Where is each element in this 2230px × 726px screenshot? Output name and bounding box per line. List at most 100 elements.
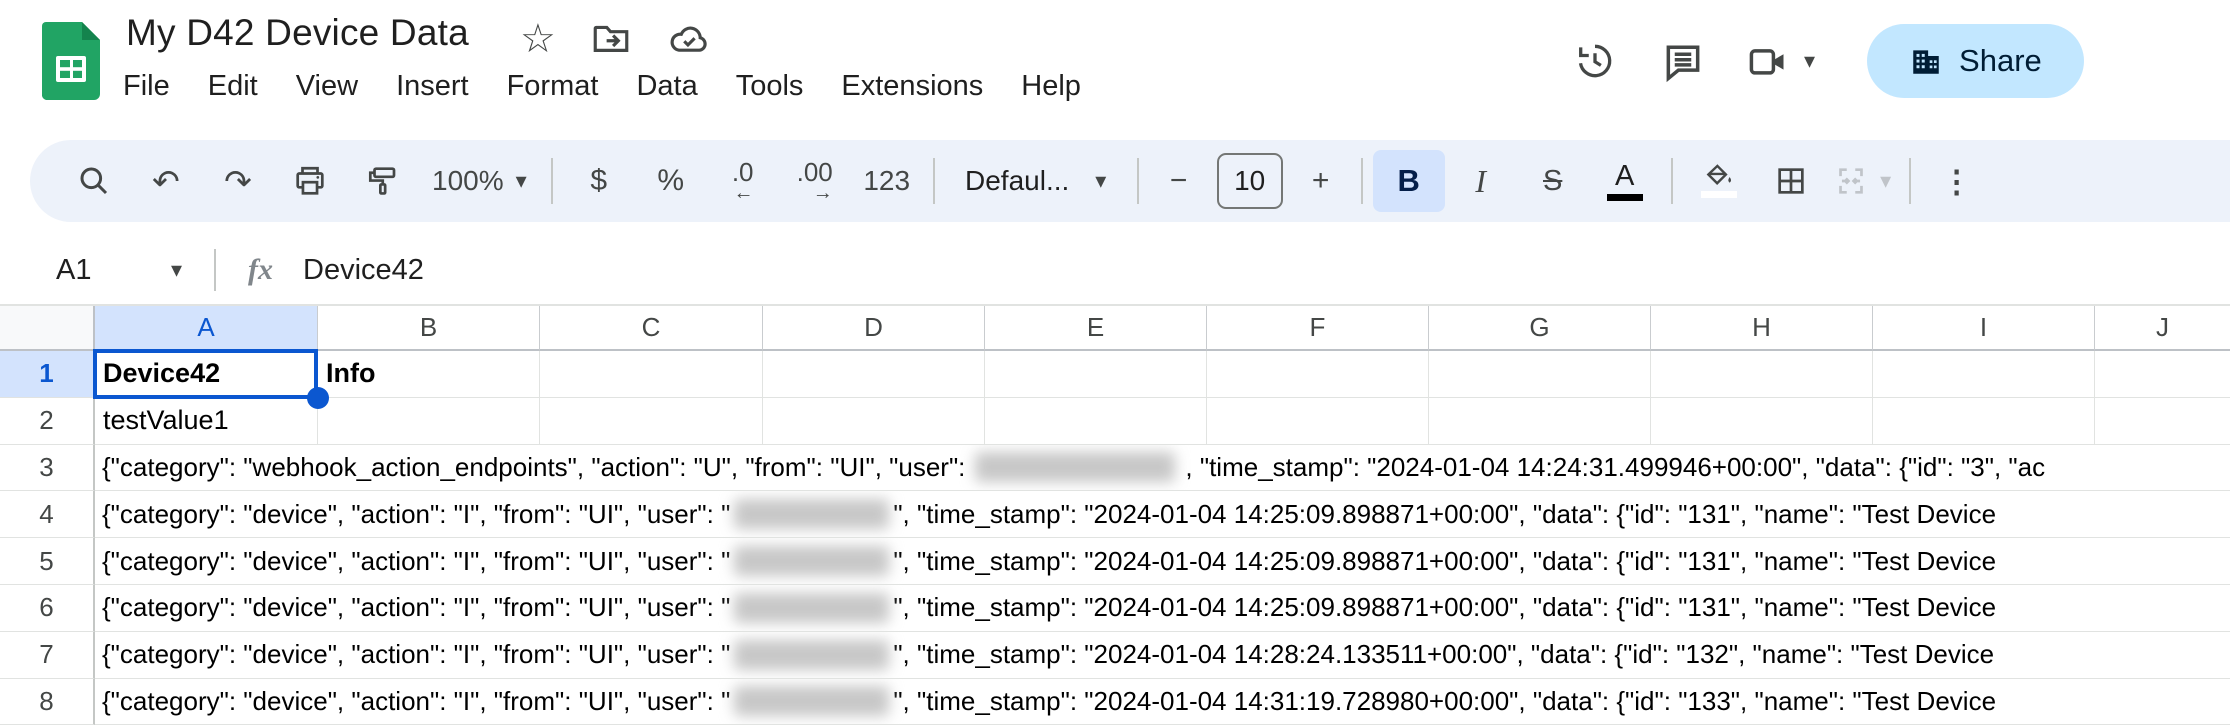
redo-icon[interactable]: ↷ xyxy=(202,150,274,212)
row-header-6[interactable]: 6 xyxy=(0,584,95,632)
sheets-logo-icon[interactable] xyxy=(42,22,100,100)
font-size-input[interactable]: 10 xyxy=(1216,153,1283,209)
cell-b2[interactable] xyxy=(318,397,540,445)
borders-button[interactable] xyxy=(1755,150,1827,212)
toolbar-divider xyxy=(550,158,553,204)
column-header-g[interactable]: G xyxy=(1429,306,1651,351)
menu-help[interactable]: Help xyxy=(1002,62,1100,111)
column-header-b[interactable]: B xyxy=(318,306,540,351)
row-header-2[interactable]: 2 xyxy=(0,397,95,445)
fill-color-button[interactable] xyxy=(1683,150,1755,212)
name-box[interactable]: A1 ▾ xyxy=(0,254,196,287)
column-header-a[interactable]: A xyxy=(95,306,318,351)
video-camera-icon[interactable] xyxy=(1744,39,1790,83)
cell-f2[interactable] xyxy=(1207,397,1429,445)
strikethrough-button[interactable]: S xyxy=(1517,150,1589,212)
fill-handle[interactable] xyxy=(307,386,329,409)
text-color-button[interactable]: A xyxy=(1589,150,1661,212)
cell-h2[interactable] xyxy=(1651,397,1873,445)
row-header-1[interactable]: 1 xyxy=(0,351,95,398)
row-header-8[interactable]: 8 xyxy=(0,678,95,726)
increase-font-size-button[interactable]: + xyxy=(1291,150,1351,212)
menu-extensions[interactable]: Extensions xyxy=(822,62,1002,111)
row-header-4[interactable]: 4 xyxy=(0,491,95,539)
move-folder-icon[interactable] xyxy=(590,18,632,60)
cell-a7-overflow[interactable]: {"category": "device", "action": "I", "f… xyxy=(95,632,2230,679)
column-header-f[interactable]: F xyxy=(1207,306,1429,351)
menu-file[interactable]: File xyxy=(104,62,189,111)
menu-insert[interactable]: Insert xyxy=(377,62,488,111)
zoom-value: 100% xyxy=(432,165,504,196)
table-row: 6 {"category": "device", "action": "I", … xyxy=(0,584,2230,632)
zoom-select[interactable]: 100% ▾ xyxy=(418,150,541,212)
row-header-7[interactable]: 7 xyxy=(0,631,95,679)
document-title[interactable]: My D42 Device Data xyxy=(126,12,469,54)
redacted-user-value xyxy=(734,686,890,717)
print-icon[interactable] xyxy=(274,150,346,212)
column-header-e[interactable]: E xyxy=(985,306,1207,351)
cell-a5-overflow[interactable]: {"category": "device", "action": "I", "f… xyxy=(95,538,2230,585)
menu-view[interactable]: View xyxy=(277,62,377,111)
menu-tools[interactable]: Tools xyxy=(717,62,823,111)
cell-a8-overflow[interactable]: {"category": "device", "action": "I", "f… xyxy=(95,679,2230,726)
cell-a2[interactable]: testValue1 xyxy=(95,397,318,445)
cell-i1[interactable] xyxy=(1873,351,2095,398)
format-currency-button[interactable]: $ xyxy=(563,150,635,212)
comments-icon[interactable] xyxy=(1648,26,1718,96)
paint-format-icon[interactable] xyxy=(346,150,418,212)
cell-j1[interactable] xyxy=(2095,351,2230,398)
select-all-corner[interactable] xyxy=(0,306,95,351)
menu-edit[interactable]: Edit xyxy=(189,62,277,111)
cell-e2[interactable] xyxy=(985,397,1207,445)
italic-button[interactable]: I xyxy=(1445,150,1517,212)
cell-g1[interactable] xyxy=(1429,351,1651,398)
cell-g2[interactable] xyxy=(1429,397,1651,445)
table-row: 1 Device42 Info xyxy=(0,349,2230,409)
column-header-d[interactable]: D xyxy=(763,306,985,351)
cell-i2[interactable] xyxy=(1873,397,2095,445)
column-header-i[interactable]: I xyxy=(1873,306,2095,351)
meet-dropdown-caret-icon[interactable]: ▾ xyxy=(1804,50,1815,72)
cell-e1[interactable] xyxy=(985,351,1207,398)
cell-f1[interactable] xyxy=(1207,351,1429,398)
cell-a6-overflow[interactable]: {"category": "device", "action": "I", "f… xyxy=(95,585,2230,632)
column-header-c[interactable]: C xyxy=(540,306,763,351)
cell-d2[interactable] xyxy=(763,397,985,445)
version-history-icon[interactable] xyxy=(1560,26,1630,96)
more-toolbar-options-button[interactable]: ⋮ xyxy=(1921,150,1993,212)
menu-format[interactable]: Format xyxy=(488,62,618,111)
fill-color-swatch xyxy=(1700,191,1737,198)
bold-button-active[interactable]: B xyxy=(1372,150,1445,212)
font-family-select[interactable]: Defaul... ▾ xyxy=(945,150,1127,212)
cell-a1-selected[interactable]: Device42 xyxy=(93,349,329,409)
row-header-5[interactable]: 5 xyxy=(0,538,95,585)
menu-data[interactable]: Data xyxy=(617,62,716,111)
table-row: 4 {"category": "device", "action": "I", … xyxy=(0,491,2230,539)
formula-bar: A1 ▾ fx Device42 xyxy=(0,236,2230,306)
cell-d1[interactable] xyxy=(763,351,985,398)
cell-h1[interactable] xyxy=(1651,351,1873,398)
formula-input[interactable]: Device42 xyxy=(303,254,424,287)
star-icon[interactable]: ☆ xyxy=(520,19,556,59)
column-header-j[interactable]: J xyxy=(2095,306,2230,351)
cell-c1[interactable] xyxy=(540,351,763,398)
increase-decimal-button[interactable]: .00 → xyxy=(779,150,851,212)
format-percent-button[interactable]: % xyxy=(635,150,707,212)
cell-j2[interactable] xyxy=(2095,398,2230,445)
cell-a4-overflow[interactable]: {"category": "device", "action": "I", "f… xyxy=(95,491,2230,539)
cloud-saved-icon[interactable] xyxy=(666,18,712,60)
toolbar-divider xyxy=(1908,158,1911,204)
decrease-decimal-button[interactable]: .0 ← xyxy=(707,150,779,212)
cell-c2[interactable] xyxy=(540,397,763,445)
row-header-3[interactable]: 3 xyxy=(0,444,95,492)
search-icon[interactable] xyxy=(58,150,130,212)
fx-icon: fx xyxy=(248,253,273,286)
cell-b1[interactable]: Info xyxy=(318,351,540,398)
merge-cells-button[interactable]: ▾ xyxy=(1827,150,1899,212)
cell-a3-overflow[interactable]: {"category": "webhook_action_endpoints",… xyxy=(95,445,2230,492)
decrease-font-size-button[interactable]: − xyxy=(1149,150,1209,212)
column-header-h[interactable]: H xyxy=(1651,306,1873,351)
undo-icon[interactable]: ↶ xyxy=(130,150,202,212)
more-formats-button[interactable]: 123 xyxy=(851,150,923,212)
share-button[interactable]: Share xyxy=(1867,24,2084,98)
